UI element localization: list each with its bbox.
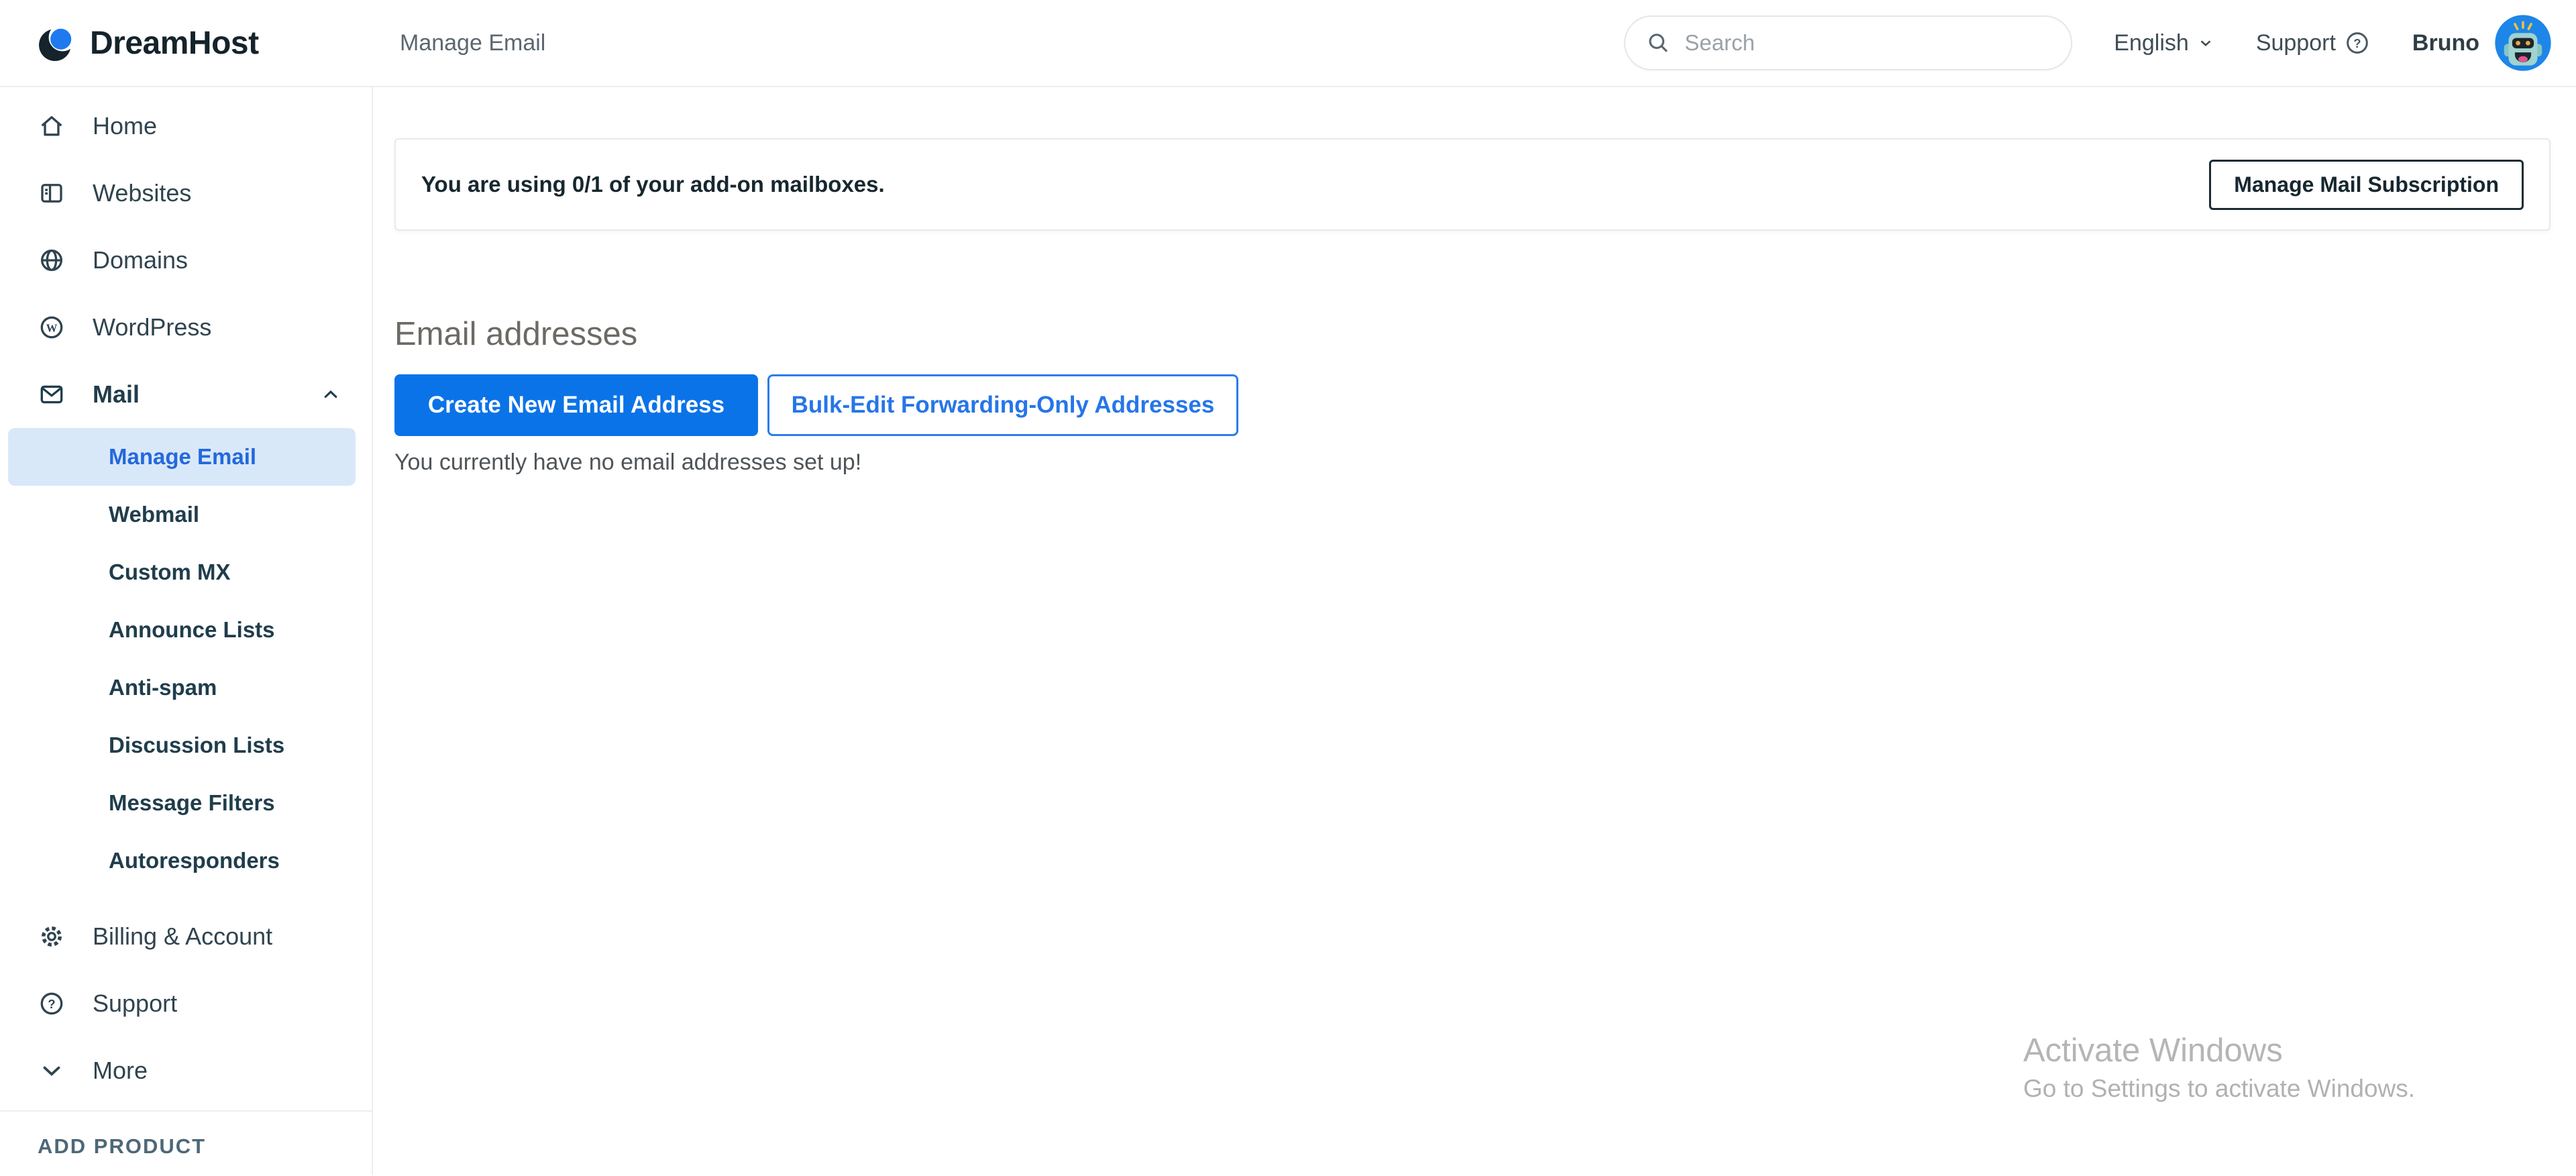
header-actions: English Support ? Bruno — [1624, 14, 2576, 72]
sidebar-subitem-label: Announce Lists — [109, 617, 275, 642]
mailbox-usage-notice: You are using 0/1 of your add-on mailbox… — [394, 138, 2551, 231]
search-box[interactable] — [1624, 15, 2073, 70]
user-menu[interactable]: Bruno — [2412, 14, 2552, 72]
sidebar-subitem-label: Webmail — [109, 502, 200, 527]
page-title: Manage Email — [400, 30, 546, 56]
sidebar-subitem-discussion-lists[interactable]: Discussion Lists — [0, 716, 372, 774]
sidebar-item-home[interactable]: Home — [0, 93, 372, 160]
svg-text:?: ? — [2353, 36, 2361, 50]
language-label: English — [2114, 30, 2189, 56]
sidebar-item-label: Home — [93, 112, 158, 140]
mail-submenu: Manage Email Webmail Custom MX Announce … — [0, 428, 372, 890]
dreamhost-moon-icon — [38, 23, 76, 62]
sidebar-item-label: Websites — [93, 179, 192, 207]
chevron-up-icon — [319, 383, 342, 406]
dreamhost-panel: DreamHost Manage Email English — [0, 0, 2576, 1176]
add-product-button[interactable]: ADD PRODUCT — [0, 1110, 372, 1175]
manage-mail-subscription-button[interactable]: Manage Mail Subscription — [2209, 159, 2524, 210]
support-link[interactable]: Support ? — [2256, 30, 2371, 56]
create-new-email-address-button[interactable]: Create New Email Address — [394, 374, 758, 436]
sidebar-item-label: More — [93, 1057, 148, 1084]
globe-icon — [38, 246, 66, 274]
sidebar-item-label: Domains — [93, 246, 189, 274]
sidebar-subitem-label: Anti-spam — [109, 675, 217, 700]
support-label: Support — [2255, 30, 2336, 56]
main-content: You are using 0/1 of your add-on mailbox… — [373, 87, 2576, 1175]
sidebar-item-domains[interactable]: Domains — [0, 227, 372, 294]
email-addresses-heading: Email addresses — [394, 316, 638, 352]
chevron-down-icon — [38, 1057, 66, 1085]
brand-logo[interactable]: DreamHost — [0, 23, 373, 62]
mailbox-usage-text: You are using 0/1 of your add-on mailbox… — [421, 172, 885, 197]
gear-icon — [38, 922, 66, 951]
sidebar-subitem-message-filters[interactable]: Message Filters — [0, 774, 372, 832]
svg-text:?: ? — [48, 997, 55, 1011]
sidebar-subitem-custom-mx[interactable]: Custom MX — [0, 543, 372, 601]
search-input[interactable] — [1684, 30, 2051, 56]
svg-text:W: W — [46, 321, 58, 334]
bulk-edit-forwarding-button[interactable]: Bulk-Edit Forwarding-Only Addresses — [767, 374, 1238, 436]
sidebar-item-label: Support — [93, 990, 178, 1017]
sidebar-item-more[interactable]: More — [0, 1037, 372, 1104]
sidebar-subitem-autoresponders[interactable]: Autoresponders — [0, 832, 372, 890]
sidebar-item-wordpress[interactable]: W WordPress — [0, 294, 372, 361]
language-dropdown[interactable]: English — [2114, 30, 2214, 56]
sidebar-subitem-label: Autoresponders — [109, 848, 280, 873]
envelope-icon — [38, 380, 66, 409]
add-product-label: ADD PRODUCT — [38, 1134, 207, 1158]
sidebar-subitem-label: Manage Email — [109, 444, 257, 469]
browser-icon — [38, 179, 66, 207]
sidebar-subitem-announce-lists[interactable]: Announce Lists — [0, 601, 372, 659]
sidebar-subitem-anti-spam[interactable]: Anti-spam — [0, 659, 372, 716]
avatar[interactable] — [2494, 14, 2552, 72]
sidebar-item-label: WordPress — [93, 313, 212, 341]
sidebar-subitem-label: Custom MX — [109, 559, 231, 584]
help-circle-icon: ? — [2344, 30, 2371, 56]
sidebar-subitem-manage-email[interactable]: Manage Email — [8, 428, 356, 486]
no-email-addresses-message: You currently have no email addresses se… — [394, 449, 862, 475]
brand-name: DreamHost — [90, 25, 259, 61]
sidebar-item-label: Mail — [93, 380, 140, 408]
question-circle-icon: ? — [38, 990, 66, 1018]
search-icon — [1646, 30, 1671, 56]
sidebar-item-support[interactable]: ? Support — [0, 970, 372, 1037]
top-header: DreamHost Manage Email English — [0, 0, 2576, 87]
sidebar-item-label: Billing & Account — [93, 922, 273, 950]
sidebar-nav: Home Websites Domains W WordPress Mail M… — [0, 87, 373, 1175]
sidebar-subitem-label: Message Filters — [109, 790, 275, 815]
user-name: Bruno — [2412, 30, 2479, 56]
sidebar-item-mail[interactable]: Mail — [0, 361, 372, 428]
wordpress-icon: W — [38, 313, 66, 341]
sidebar-item-websites[interactable]: Websites — [0, 160, 372, 227]
sidebar-subitem-webmail[interactable]: Webmail — [0, 486, 372, 543]
sidebar-subitem-label: Discussion Lists — [109, 733, 285, 757]
chevron-down-icon — [2197, 34, 2214, 52]
sidebar-item-billing-account[interactable]: Billing & Account — [0, 903, 372, 970]
email-actions-row: Create New Email Address Bulk-Edit Forwa… — [394, 374, 2551, 436]
home-icon — [38, 112, 66, 140]
